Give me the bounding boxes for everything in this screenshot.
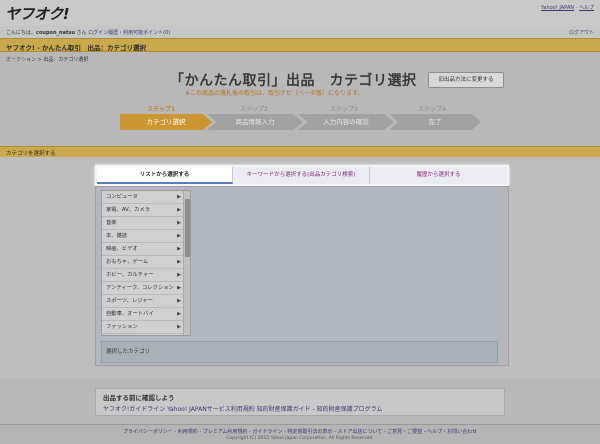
- category-list[interactable]: コンピュータ ▶ 家電、AV、カメラ ▶ 音楽 ▶ 本、雑誌 ▶ 映画、ビデオ ▶ おもち…: [101, 190, 191, 336]
- tab-keyword-select[interactable]: キーワードから選択する(出品カテゴリ検索): [233, 167, 370, 184]
- step-3-label: ステップ3: [330, 106, 359, 113]
- logout-link[interactable]: ログアウト: [569, 29, 594, 36]
- arrow-right-icon: ▶: [177, 285, 181, 291]
- breadcrumb-home[interactable]: オークション: [6, 57, 36, 63]
- yahuoku-logo[interactable]: ヤフオク!: [5, 3, 70, 24]
- help-link[interactable]: ヘルプ: [579, 5, 594, 11]
- scrollbar-thumb[interactable]: [185, 199, 190, 257]
- arrow-right-icon: ▶: [177, 207, 181, 213]
- step-2: 商品情報入力: [207, 114, 303, 130]
- page-title: ヤフオク! - かんたん取引 出品：カテゴリ選択: [6, 44, 147, 52]
- list-item[interactable]: 家電、AV、カメラ ▶: [102, 204, 184, 217]
- copyright: Copyright (C) 2015 Yahoo Japan Corporati…: [226, 436, 374, 441]
- arrow-right-icon: ▶: [177, 311, 181, 317]
- login-history-link[interactable]: ログイン履歴・利用可能ポイント(0): [88, 30, 170, 36]
- before-listing-box: 出品する前に確認しよう ヤフオク!ガイドライン Yahoo! JAPANサービス…: [95, 388, 505, 416]
- list-item[interactable]: ホビー、カルチャー ▶: [102, 269, 184, 282]
- page: ヤフオク! Yahoo! JAPAN - ヘルプ こんにちは、coupon_na…: [0, 0, 600, 444]
- user-greeting: こんにちは、coupon_natsu さん ログイン履歴・利用可能ポイント(0): [6, 30, 171, 36]
- section-title: カテゴリを選択する: [6, 151, 56, 157]
- step-4-label: ステップ4: [418, 106, 447, 113]
- list-item[interactable]: 音楽 ▶: [102, 217, 184, 230]
- selected-category-box: 選択したカテゴリ: [101, 341, 498, 363]
- breadcrumb: オークション > 出品：カテゴリ選択: [6, 57, 89, 63]
- guideline-links[interactable]: ヤフオク!ガイドライン Yahoo! JAPANサービス利用規約 知的財産保護ガ…: [103, 404, 382, 413]
- list-item[interactable]: スポーツ、レジャー ▶: [102, 295, 184, 308]
- heading-note: ※この商品の落札後の取引は、取引ナビ（ベータ版）になります。: [185, 90, 364, 97]
- breadcrumb-current: 出品：カテゴリ選択: [43, 57, 89, 63]
- step-1-label: ステップ1: [147, 106, 176, 113]
- step-2-label: ステップ2: [240, 106, 269, 113]
- arrow-right-icon: ▶: [177, 298, 181, 304]
- list-item[interactable]: アンティーク、コレクション ▶: [102, 282, 184, 295]
- old-form-button[interactable]: 旧出品方法に変更する: [428, 72, 504, 88]
- list-item[interactable]: おもちゃ、ゲーム ▶: [102, 256, 184, 269]
- list-item[interactable]: ファッション ▶: [102, 321, 184, 334]
- category-scrollbar[interactable]: [183, 191, 190, 335]
- step-3: 入力内容の確認: [298, 114, 394, 130]
- list-item[interactable]: 本、雑誌 ▶: [102, 230, 184, 243]
- arrow-right-icon: ▶: [177, 220, 181, 226]
- before-listing-title: 出品する前に確認しよう: [103, 394, 175, 402]
- arrow-right-icon: ▶: [177, 233, 181, 239]
- main-heading: 「かんたん取引」出品 カテゴリ選択: [170, 73, 417, 89]
- selected-category-label: 選択したカテゴリ: [106, 349, 151, 355]
- title-bar: ヤフオク! - かんたん取引 出品：カテゴリ選択: [0, 38, 600, 52]
- section-bar: カテゴリを選択する: [0, 146, 600, 157]
- category-tabs: リストから選択する キーワードから選択する(出品カテゴリ検索) 履歴から選択する: [95, 165, 509, 186]
- username: coupon_natsu: [36, 30, 75, 36]
- arrow-right-icon: ▶: [177, 272, 181, 278]
- arrow-right-icon: ▶: [177, 246, 181, 252]
- top-header: ヤフオク! Yahoo! JAPAN - ヘルプ: [0, 0, 600, 26]
- list-item[interactable]: 映画、ビデオ ▶: [102, 243, 184, 256]
- list-item[interactable]: コンピュータ ▶: [102, 191, 184, 204]
- user-line: こんにちは、coupon_natsu さん ログイン履歴・利用可能ポイント(0)…: [0, 26, 600, 38]
- top-links: Yahoo! JAPAN - ヘルプ: [541, 5, 594, 11]
- footer: プライバシーポリシー - 利用規約 - プレミアム利用規約 - ガイドライン -…: [0, 424, 600, 444]
- tab-history-select[interactable]: 履歴から選択する: [370, 167, 507, 184]
- arrow-right-icon: ▶: [177, 324, 181, 330]
- footer-links[interactable]: プライバシーポリシー - 利用規約 - プレミアム利用規約 - ガイドライン -…: [0, 428, 600, 435]
- yahoo-japan-link[interactable]: Yahoo! JAPAN: [541, 5, 574, 11]
- tab-list-select[interactable]: リストから選択する: [97, 167, 233, 184]
- step-indicator: ステップ1 カテゴリ選択 ステップ2 商品情報入力 ステップ3 入力内容の確認 …: [0, 104, 600, 138]
- arrow-right-icon: ▶: [177, 194, 181, 200]
- step-1: カテゴリ選択: [120, 114, 212, 130]
- arrow-right-icon: ▶: [177, 259, 181, 265]
- list-item[interactable]: 自動車、オートバイ ▶: [102, 308, 184, 321]
- step-4: 完了: [389, 114, 481, 130]
